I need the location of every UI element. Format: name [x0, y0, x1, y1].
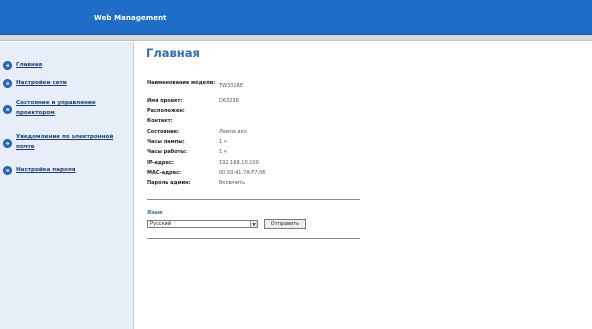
submit-button[interactable]: Отправить: [264, 219, 306, 229]
arrow-right-circle-icon: [3, 105, 12, 114]
info-value: TW331RE: [219, 83, 244, 89]
sidebar: Главная Настройки сети Состояние и управ…: [0, 42, 134, 329]
info-value: 192.168.10.100: [219, 160, 259, 166]
info-label: Имя проект:: [147, 98, 183, 104]
arrow-right-circle-icon: [3, 61, 12, 70]
sidebar-item-label[interactable]: Настройки сети: [16, 78, 128, 88]
language-select[interactable]: Русский: [147, 220, 258, 228]
info-label: Состояние:: [147, 129, 179, 135]
info-row-operating-hours: Часы работы: 1 ч: [147, 149, 367, 158]
info-row-status: Состояние: Лампа вкл.: [147, 129, 367, 138]
arrow-right-circle-icon: [3, 139, 12, 148]
sidebar-item-label[interactable]: Настройка пароля: [16, 165, 128, 175]
info-value: Включить: [219, 180, 245, 186]
sidebar-item-label[interactable]: Состояние и управление проектором: [16, 98, 128, 118]
page-title: Главная: [146, 46, 200, 60]
info-label: Контакт:: [147, 118, 173, 124]
sidebar-item-label[interactable]: Уведомление по электронной почте: [16, 132, 128, 152]
info-row-lamp-hours: Часы лампы: 1 ч: [147, 139, 367, 148]
info-row-admin-password: Пароль админ: Включить: [147, 180, 367, 189]
info-row-projector-name: Имя проект: D63238: [147, 98, 367, 107]
header-subbar: [0, 35, 592, 41]
info-value: 1 ч: [219, 139, 227, 145]
info-value: Лампа вкл.: [219, 129, 249, 135]
info-label: Расположен:: [147, 108, 185, 114]
chevron-down-icon[interactable]: [250, 221, 257, 227]
info-row-mac-address: MAC-адрес: 00:50:41:7A:F7:06: [147, 170, 367, 179]
top-header-bar: Web Management: [0, 0, 592, 35]
section-divider: [147, 238, 360, 239]
section-divider: [147, 199, 360, 200]
arrow-right-circle-icon: [3, 79, 12, 88]
info-row-ip-address: IP-адрес: 192.168.10.100: [147, 160, 367, 169]
language-selected-value: Русский: [150, 221, 171, 227]
app-title: Web Management: [94, 14, 167, 22]
info-row-location: Расположен:: [147, 108, 367, 117]
sidebar-item-label[interactable]: Главная: [16, 60, 128, 70]
arrow-right-circle-icon: [3, 166, 12, 175]
info-label: MAC-адрес:: [147, 170, 182, 176]
info-label: Наименование модели:: [147, 80, 216, 86]
info-label: IP-адрес:: [147, 160, 174, 166]
info-row-model: Наименование модели: TW331RE: [147, 80, 367, 89]
info-value: D63238: [219, 98, 239, 104]
language-label: Язык: [147, 210, 163, 216]
info-label: Часы лампы:: [147, 139, 185, 145]
main-content: Главная Наименование модели: TW331RE Имя…: [135, 42, 592, 329]
info-value: 00:50:41:7A:F7:06: [219, 170, 266, 176]
info-label: Часы работы:: [147, 149, 187, 155]
info-label: Пароль админ:: [147, 180, 191, 186]
info-row-contact: Контакт:: [147, 118, 367, 127]
info-value: 1 ч: [219, 149, 227, 155]
